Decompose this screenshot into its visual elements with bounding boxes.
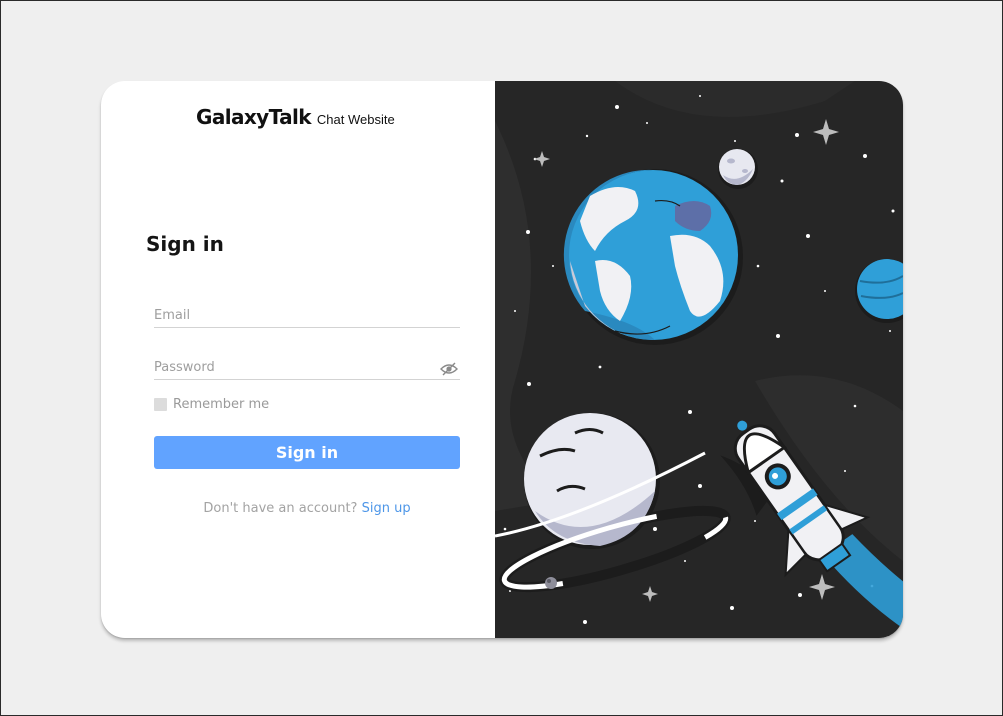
email-field-wrapper	[154, 302, 460, 328]
password-field[interactable]	[154, 357, 460, 377]
remember-me-label: Remember me	[173, 397, 270, 412]
page-frame: GalaxyTalk Chat Website Sign in Remember…	[0, 0, 1003, 716]
checkbox-box[interactable]	[154, 398, 167, 411]
remember-me-checkbox[interactable]: Remember me	[154, 397, 269, 412]
asteroid	[545, 577, 557, 589]
signup-prompt-row: Don't have an account? Sign up	[101, 501, 513, 516]
signup-prompt-text: Don't have an account?	[203, 501, 358, 516]
ringed-planet	[495, 413, 731, 593]
blue-planet-edge	[855, 259, 903, 323]
email-field[interactable]	[154, 305, 460, 325]
brand-subtitle: Chat Website	[316, 112, 395, 127]
earth-planet	[563, 169, 743, 345]
small-moon	[718, 149, 758, 189]
eye-slash-icon[interactable]	[440, 362, 458, 376]
login-card: GalaxyTalk Chat Website Sign in Remember…	[101, 81, 903, 638]
space-illustration-panel	[495, 81, 903, 638]
space-illustration	[495, 81, 903, 638]
brand-logo: GalaxyTalk Chat Website	[196, 105, 395, 129]
signup-link[interactable]: Sign up	[362, 501, 411, 516]
page-title: Sign in	[146, 232, 224, 256]
password-field-wrapper	[154, 354, 460, 380]
signin-panel: GalaxyTalk Chat Website Sign in Remember…	[101, 81, 495, 638]
brand-name: GalaxyTalk	[196, 105, 312, 129]
sign-in-button[interactable]: Sign in	[154, 436, 460, 469]
